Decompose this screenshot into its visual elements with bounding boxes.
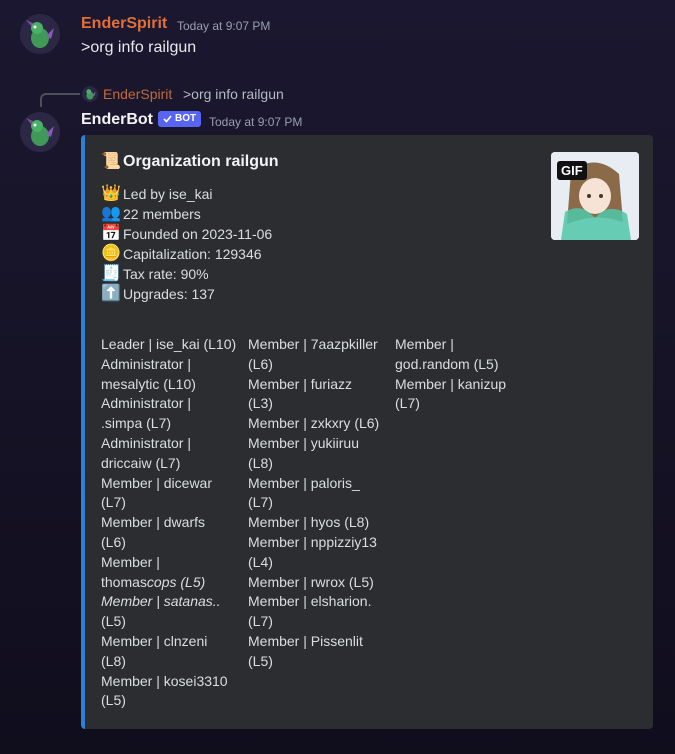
reply-preview[interactable]: >org info railgun — [183, 86, 284, 102]
member-line: (L8) — [248, 454, 273, 471]
reply-author[interactable]: EnderSpirit — [103, 86, 172, 102]
member-line: .simpa (L7) — [101, 415, 172, 432]
member-line: Leader | ise_kai (L10) — [101, 336, 237, 352]
reply-avatar[interactable] — [82, 86, 98, 102]
member-line: Member | zxkxry (L6) — [248, 415, 380, 432]
member-line: Member | clnzeni — [101, 632, 208, 649]
member-line: Member | kanizup — [395, 375, 507, 392]
member-line: Member | kosei3310 — [101, 672, 228, 689]
member-line: Member | dwarfs — [101, 514, 205, 531]
member-line: Administrator | — [101, 395, 191, 412]
arrow-up-icon: ⬆️ — [101, 285, 121, 302]
member-line: Member | — [101, 553, 160, 570]
calendar-icon: 📅 — [101, 225, 121, 242]
message-text: >org info railgun — [81, 39, 197, 56]
member-line: Administrator | — [101, 355, 191, 372]
member-line: (L7) — [101, 494, 126, 511]
member-line: (L7) — [248, 613, 273, 630]
scroll-icon: 📜 — [101, 153, 121, 170]
avatar[interactable] — [20, 14, 60, 54]
embed: 📜 Organization railgun 👑 Led by ise_kai … — [81, 135, 653, 729]
crown-icon: 👑 — [101, 185, 121, 202]
embed-title-text: Organization railgun — [123, 153, 279, 170]
member-line: thomascops (L5) — [101, 573, 206, 590]
member-line: (L5) — [101, 692, 126, 709]
members-column-3: Member | god.random (L5) Member | kanizu… — [395, 335, 506, 414]
stat-members: 👥 22 members — [101, 205, 201, 222]
member-line: driccaiw (L7) — [101, 454, 181, 471]
bot-badge: BOT — [158, 111, 202, 127]
member-line: (L4) — [248, 553, 273, 570]
member-line: (L7) — [248, 494, 273, 511]
stat-leader: 👑 Led by ise_kai — [101, 185, 213, 202]
member-line: Member | paloris_ — [248, 474, 360, 491]
author-name[interactable]: EnderSpirit — [81, 15, 167, 33]
member-line: (L5) — [248, 652, 273, 669]
stat-capitalization: 🪙 Capitalization: 129346 — [101, 245, 262, 262]
dragon-avatar-icon — [20, 14, 60, 54]
member-line: (L6) — [101, 533, 126, 550]
member-line: Administrator | — [101, 434, 191, 451]
receipt-icon: 🧾 — [101, 265, 121, 282]
dragon-avatar-icon — [20, 112, 60, 152]
member-line: (L7) — [395, 395, 420, 412]
member-line: Member | — [395, 336, 454, 352]
gif-badge: GIF — [557, 161, 587, 180]
timestamp: Today at 9:07 PM — [177, 19, 271, 33]
embed-title: 📜 Organization railgun — [101, 153, 279, 171]
member-line: mesalytic (L10) — [101, 375, 196, 392]
member-line: Member | hyos (L8) — [248, 514, 370, 531]
people-icon: 👥 — [101, 205, 121, 222]
stat-upgrades: ⬆️ Upgrades: 137 — [101, 285, 215, 302]
members-column-2: Member | 7aazpkiller (L6) Member | furia… — [248, 335, 379, 672]
stat-founded: 📅 Founded on 2023-11-06 — [101, 225, 273, 242]
member-line: (L8) — [101, 652, 126, 669]
member-line: Member | yukiiruu — [248, 434, 360, 451]
stat-tax-rate: 🧾 Tax rate: 90% — [101, 265, 209, 282]
member-line: Member | rwrox (L5) — [248, 573, 374, 590]
bot-timestamp: Today at 9:07 PM — [209, 115, 303, 129]
member-line: (L3) — [248, 395, 273, 412]
member-line: Member | furiazz — [248, 375, 352, 392]
bot-name[interactable]: EnderBot — [81, 111, 153, 129]
members-column-1: Leader | ise_kai (L10) Administrator | m… — [101, 335, 236, 711]
bot-avatar[interactable] — [20, 112, 60, 152]
member-line: Member | nppizziy13 — [248, 533, 377, 550]
coin-icon: 🪙 — [101, 245, 121, 262]
reply-connector — [40, 93, 80, 107]
member-line: Member | Pissenlit — [248, 632, 363, 649]
bot-badge-label: BOT — [175, 113, 197, 124]
member-line: Member | dicewar — [101, 474, 213, 491]
member-line: (L6) — [248, 355, 273, 372]
checkmark-icon — [163, 115, 172, 123]
member-line: (L5) — [101, 613, 126, 630]
member-line: Member | 7aazpkiller — [248, 336, 378, 352]
member-line: Member | elsharion. — [248, 593, 372, 610]
member-line: god.random (L5) — [395, 355, 499, 372]
dragon-avatar-icon — [82, 86, 98, 102]
embed-thumbnail[interactable]: GIF — [551, 152, 639, 240]
member-line: Member | satanas.. — [101, 593, 221, 610]
